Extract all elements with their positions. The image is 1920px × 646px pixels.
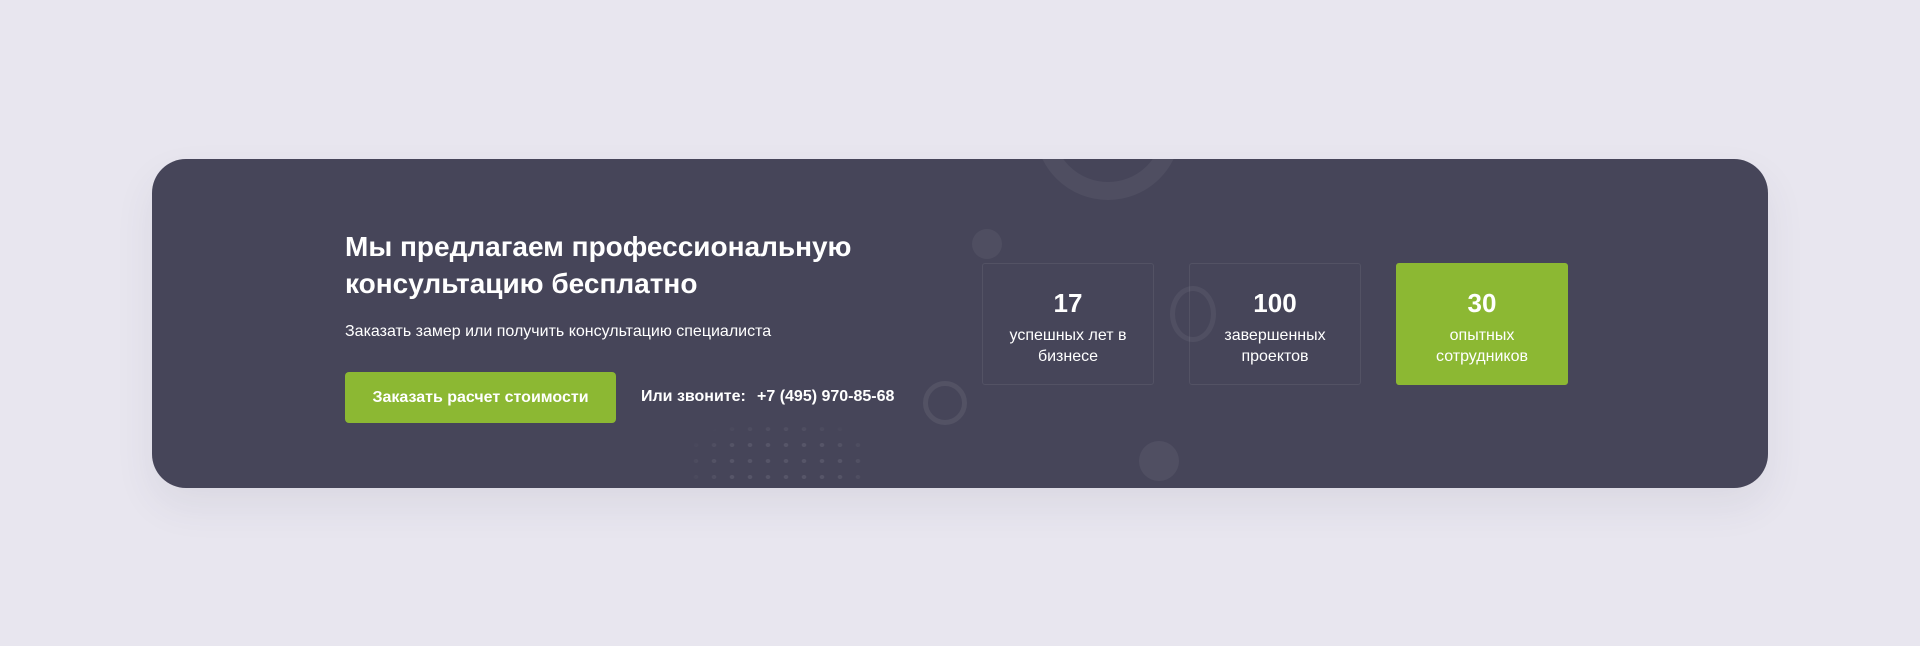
decorative-circle bbox=[1139, 441, 1179, 481]
banner-subtitle: Заказать замер или получить консультацию… bbox=[345, 323, 772, 340]
decorative-ring bbox=[1035, 159, 1181, 200]
stat-label: опытных сотрудников bbox=[1436, 327, 1528, 365]
decorative-circle bbox=[972, 229, 1002, 259]
stat-card-employees: 30 опытных сотрудников bbox=[1396, 263, 1568, 385]
call-label: Или звоните: bbox=[641, 388, 746, 405]
banner-title: Мы предлагаем профессиональную консульта… bbox=[345, 231, 852, 299]
stat-value: 100 bbox=[1253, 288, 1297, 318]
stat-label: завершенных проектов bbox=[1224, 327, 1326, 365]
stat-label: успешных лет в бизнесе bbox=[1009, 327, 1127, 365]
consultation-banner: Мы предлагаем профессиональную консульта… bbox=[152, 159, 1768, 488]
stat-card-projects: 100 завершенных проектов bbox=[1189, 263, 1361, 385]
stat-value: 17 bbox=[1053, 288, 1083, 318]
stat-value: 30 bbox=[1467, 288, 1497, 318]
order-cost-estimate-button[interactable]: Заказать расчет стоимости bbox=[345, 372, 616, 423]
decorative-ring bbox=[923, 381, 967, 425]
stat-card-years: 17 успешных лет в бизнесе bbox=[982, 263, 1154, 385]
phone-link[interactable]: +7 (495) 970-85-68 bbox=[757, 387, 894, 407]
decorative-dot-pattern bbox=[687, 421, 862, 488]
